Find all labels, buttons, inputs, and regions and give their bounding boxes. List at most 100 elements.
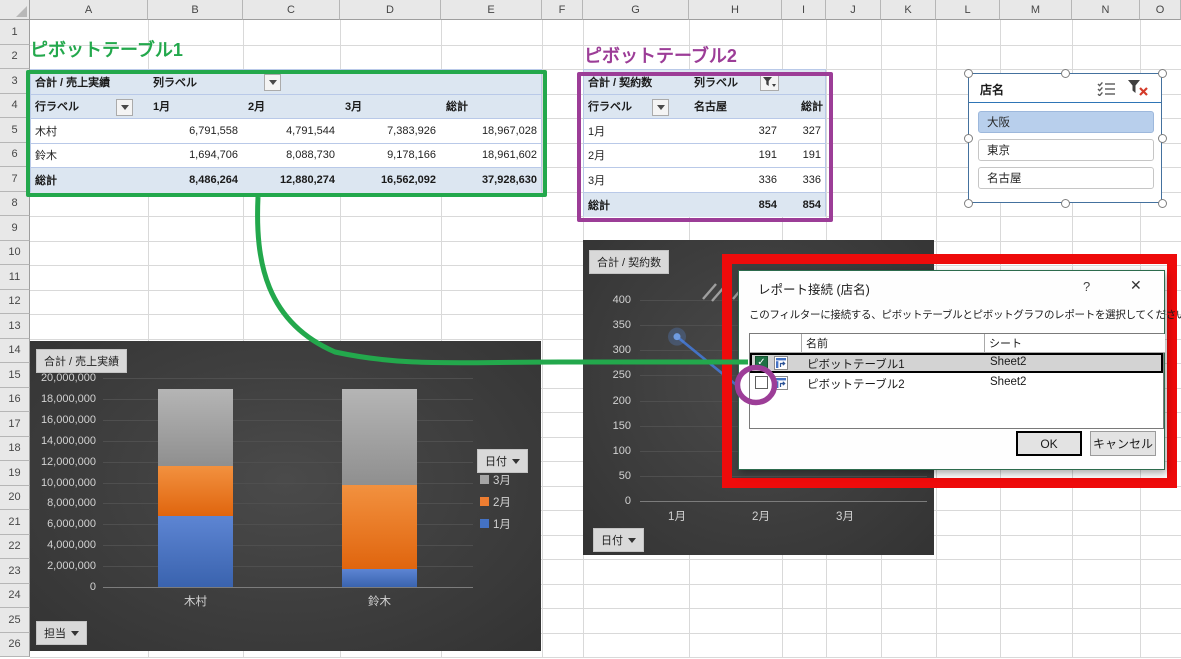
column-header-A[interactable]: A bbox=[30, 0, 148, 20]
list-header-checkbox-col bbox=[750, 334, 802, 353]
y-axis-label: 10,000,000 bbox=[30, 477, 96, 489]
chart-gridline bbox=[103, 587, 473, 588]
row-header-24[interactable]: 24 bbox=[0, 584, 30, 609]
column-header-E[interactable]: E bbox=[441, 0, 542, 20]
column-header-N[interactable]: N bbox=[1072, 0, 1140, 20]
row-header-16[interactable]: 16 bbox=[0, 388, 30, 413]
column-header-L[interactable]: L bbox=[936, 0, 1000, 20]
select-all-corner[interactable] bbox=[0, 0, 30, 20]
selection-handle[interactable] bbox=[1158, 69, 1167, 78]
connection-checkbox-1[interactable]: ✓ bbox=[755, 356, 768, 369]
dropdown-arrow-icon bbox=[512, 459, 520, 464]
row-header-11[interactable]: 11 bbox=[0, 265, 30, 290]
gridline-h bbox=[30, 657, 1181, 658]
category-label: 木村 bbox=[158, 593, 233, 609]
dialog-instruction: このフィルターに接続する、ピボットテーブルとピボットグラフのレポートを選択してく… bbox=[749, 307, 1181, 322]
pivot-table-icon bbox=[774, 356, 788, 370]
connections-list[interactable]: 名前シート✓ピボットテーブル1Sheet2ピボットテーブル2Sheet2 bbox=[749, 333, 1164, 429]
column-header-J[interactable]: J bbox=[826, 0, 881, 20]
connection-checkbox-2[interactable] bbox=[755, 376, 768, 389]
column-header-F[interactable]: F bbox=[542, 0, 583, 20]
y-axis-label: 0 bbox=[30, 581, 96, 593]
row-header-9[interactable]: 9 bbox=[0, 216, 30, 241]
row-header-12[interactable]: 12 bbox=[0, 290, 30, 315]
row-header-22[interactable]: 22 bbox=[0, 535, 30, 560]
column-header-H[interactable]: H bbox=[689, 0, 782, 20]
column-header-I[interactable]: I bbox=[782, 0, 826, 20]
connection-name: ピボットテーブル1 bbox=[807, 356, 905, 372]
slicer-header: 店名 bbox=[969, 74, 1161, 103]
bar-segment-3月[interactable] bbox=[158, 389, 233, 466]
axis-field-button[interactable]: 日付 bbox=[593, 528, 644, 552]
row-header-20[interactable]: 20 bbox=[0, 486, 30, 511]
slicer-item-2[interactable]: 東京 bbox=[978, 139, 1154, 161]
column-header-M[interactable]: M bbox=[1000, 0, 1072, 20]
selected-data-point[interactable] bbox=[674, 333, 681, 340]
slicer-item-3[interactable]: 名古屋 bbox=[978, 167, 1154, 189]
bar-segment-1月[interactable] bbox=[342, 569, 417, 587]
y-axis-label: 16,000,000 bbox=[30, 414, 96, 426]
y-axis-label: 14,000,000 bbox=[30, 435, 96, 447]
y-axis-label: 4,000,000 bbox=[30, 539, 96, 551]
excel-worksheet: ABCDEFGHIJKLMNO 123456789101112131415161… bbox=[0, 0, 1181, 659]
legend-field-button[interactable]: 日付 bbox=[477, 449, 528, 473]
legend-label-1月[interactable]: 1月 bbox=[493, 516, 511, 532]
y-axis-label: 2,000,000 bbox=[30, 560, 96, 572]
ok-button[interactable]: OK bbox=[1016, 431, 1082, 456]
dialog-close-button[interactable]: ✕ bbox=[1130, 277, 1142, 294]
legend-swatch-2月[interactable] bbox=[480, 497, 489, 506]
annotation-green-rectangle bbox=[26, 70, 547, 197]
selection-handle[interactable] bbox=[964, 199, 973, 208]
bar-segment-1月[interactable] bbox=[158, 516, 233, 587]
selection-handle[interactable] bbox=[1158, 134, 1167, 143]
connection-row-2[interactable]: ピボットテーブル2Sheet2 bbox=[750, 373, 1163, 393]
column-header-C[interactable]: C bbox=[243, 0, 340, 20]
connection-row-1[interactable]: ✓ ピボットテーブル1 Sheet2 bbox=[750, 353, 1163, 373]
column-header-D[interactable]: D bbox=[340, 0, 441, 20]
selection-handle[interactable] bbox=[1061, 199, 1070, 208]
selection-handle[interactable] bbox=[964, 69, 973, 78]
axis-field-button[interactable]: 担当 bbox=[36, 621, 87, 645]
row-header-14[interactable]: 14 bbox=[0, 339, 30, 364]
selection-handle[interactable] bbox=[1061, 69, 1070, 78]
row-header-21[interactable]: 21 bbox=[0, 510, 30, 535]
selection-handle[interactable] bbox=[1158, 199, 1167, 208]
column-header-K[interactable]: K bbox=[881, 0, 936, 20]
bar-segment-2月[interactable] bbox=[158, 466, 233, 516]
selection-handle[interactable] bbox=[964, 134, 973, 143]
bar-segment-3月[interactable] bbox=[342, 389, 417, 485]
legend-swatch-3月[interactable] bbox=[480, 475, 489, 484]
clear-filter-icon[interactable] bbox=[1127, 79, 1149, 100]
row-header-23[interactable]: 23 bbox=[0, 559, 30, 584]
row-header-25[interactable]: 25 bbox=[0, 608, 30, 633]
column-header-O[interactable]: O bbox=[1140, 0, 1181, 20]
value-field-button[interactable]: 合計 / 売上実績 bbox=[36, 349, 127, 373]
slicer-item-1[interactable]: 大阪 bbox=[978, 111, 1154, 133]
legend-label-3月[interactable]: 3月 bbox=[493, 472, 511, 488]
row-header-18[interactable]: 18 bbox=[0, 437, 30, 462]
row-header-19[interactable]: 19 bbox=[0, 461, 30, 486]
pivot-chart-sales[interactable]: 20,000,00018,000,00016,000,00014,000,000… bbox=[30, 341, 541, 651]
row-header-15[interactable]: 15 bbox=[0, 363, 30, 388]
legend-label-2月[interactable]: 2月 bbox=[493, 494, 511, 510]
value-field-button[interactable]: 合計 / 契約数 bbox=[589, 250, 669, 274]
row-header-17[interactable]: 17 bbox=[0, 412, 30, 437]
cancel-button[interactable]: キャンセル bbox=[1090, 431, 1156, 456]
dialog-help-button[interactable]: ? bbox=[1083, 279, 1090, 294]
row-header-13[interactable]: 13 bbox=[0, 314, 30, 339]
connection-sheet: Sheet2 bbox=[990, 356, 1026, 368]
column-header-B[interactable]: B bbox=[148, 0, 243, 20]
dropdown-arrow-icon bbox=[628, 538, 636, 543]
legend-swatch-1月[interactable] bbox=[480, 519, 489, 528]
slicer-shop-name[interactable]: 店名 大阪東京名古屋 bbox=[968, 73, 1162, 203]
y-axis-label: 20,000,000 bbox=[30, 372, 96, 384]
bar-segment-2月[interactable] bbox=[342, 485, 417, 570]
connection-name: ピボットテーブル2 bbox=[807, 376, 905, 392]
dialog-title: レポート接続 (店名) bbox=[758, 279, 870, 298]
row-header-10[interactable]: 10 bbox=[0, 241, 30, 266]
row-header-2[interactable]: 2 bbox=[0, 45, 30, 70]
row-header-1[interactable]: 1 bbox=[0, 20, 30, 45]
column-header-G[interactable]: G bbox=[583, 0, 689, 20]
row-header-26[interactable]: 26 bbox=[0, 633, 30, 658]
multi-select-icon[interactable] bbox=[1097, 81, 1116, 99]
